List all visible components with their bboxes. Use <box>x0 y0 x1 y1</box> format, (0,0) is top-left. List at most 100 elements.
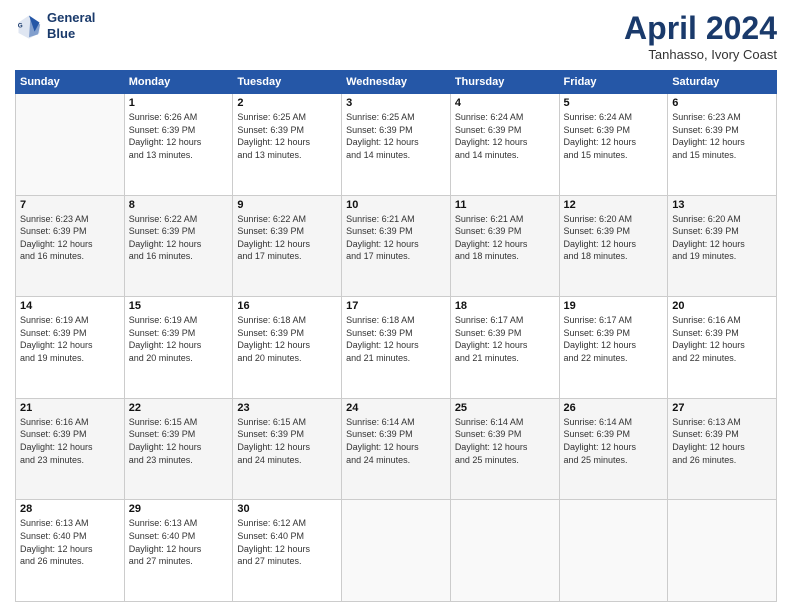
day-number: 14 <box>20 300 120 312</box>
calendar-cell: 21 Sunrise: 6:16 AM Sunset: 6:39 PM Dayli… <box>16 398 125 500</box>
day-number: 17 <box>346 300 446 312</box>
day-info: Sunrise: 6:16 AM Sunset: 6:39 PM Dayligh… <box>672 314 772 364</box>
day-number: 21 <box>20 402 120 414</box>
calendar-cell: 22 Sunrise: 6:15 AM Sunset: 6:39 PM Dayli… <box>124 398 233 500</box>
calendar-cell: 24 Sunrise: 6:14 AM Sunset: 6:39 PM Dayli… <box>342 398 451 500</box>
svg-text:G: G <box>18 22 23 29</box>
day-info: Sunrise: 6:15 AM Sunset: 6:39 PM Dayligh… <box>129 416 229 466</box>
calendar-cell: 27Sunrise: 6:13 AM Sunset: 6:39 PM Dayli… <box>668 398 777 500</box>
weekday-header-tuesday: Tuesday <box>233 71 342 94</box>
day-info: Sunrise: 6:19 AM Sunset: 6:39 PM Dayligh… <box>129 314 229 364</box>
calendar-cell: 7 Sunrise: 6:23 AM Sunset: 6:39 PM Daylig… <box>16 195 125 297</box>
calendar-cell: 10Sunrise: 6:21 AM Sunset: 6:39 PM Dayli… <box>342 195 451 297</box>
day-number: 12 <box>564 199 664 211</box>
calendar-cell <box>450 500 559 602</box>
calendar-cell: 26 Sunrise: 6:14 AM Sunset: 6:39 PM Dayli… <box>559 398 668 500</box>
logo-line2: Blue <box>47 26 95 42</box>
day-info: Sunrise: 6:18 AM Sunset: 6:39 PM Dayligh… <box>237 314 337 364</box>
day-info: Sunrise: 6:22 AM Sunset: 6:39 PM Dayligh… <box>237 213 337 263</box>
day-number: 13 <box>672 199 772 211</box>
day-info: Sunrise: 6:26 AM Sunset: 6:39 PM Dayligh… <box>129 111 229 161</box>
calendar-cell: 14 Sunrise: 6:19 AM Sunset: 6:39 PM Dayli… <box>16 297 125 399</box>
weekday-header-row: SundayMondayTuesdayWednesdayThursdayFrid… <box>16 71 777 94</box>
page: G General Blue April 2024 Tanhasso, Ivor… <box>0 0 792 612</box>
calendar-cell: 4 Sunrise: 6:24 AM Sunset: 6:39 PM Daylig… <box>450 94 559 196</box>
calendar-cell: 11Sunrise: 6:21 AM Sunset: 6:39 PM Dayli… <box>450 195 559 297</box>
calendar-cell: 25 Sunrise: 6:14 AM Sunset: 6:39 PM Dayli… <box>450 398 559 500</box>
calendar-cell: 9 Sunrise: 6:22 AM Sunset: 6:39 PM Daylig… <box>233 195 342 297</box>
day-number: 16 <box>237 300 337 312</box>
day-number: 30 <box>237 503 337 515</box>
calendar-cell: 6 Sunrise: 6:23 AM Sunset: 6:39 PM Daylig… <box>668 94 777 196</box>
day-info: Sunrise: 6:14 AM Sunset: 6:39 PM Dayligh… <box>346 416 446 466</box>
day-info: Sunrise: 6:21 AM Sunset: 6:39 PM Dayligh… <box>455 213 555 263</box>
calendar-cell: 20 Sunrise: 6:16 AM Sunset: 6:39 PM Dayli… <box>668 297 777 399</box>
day-info: Sunrise: 6:14 AM Sunset: 6:39 PM Dayligh… <box>564 416 664 466</box>
calendar-cell: 19Sunrise: 6:17 AM Sunset: 6:39 PM Dayli… <box>559 297 668 399</box>
day-number: 7 <box>20 199 120 211</box>
day-number: 22 <box>129 402 229 414</box>
day-info: Sunrise: 6:18 AM Sunset: 6:39 PM Dayligh… <box>346 314 446 364</box>
day-info: Sunrise: 6:15 AM Sunset: 6:39 PM Dayligh… <box>237 416 337 466</box>
day-number: 24 <box>346 402 446 414</box>
calendar-cell: 13Sunrise: 6:20 AM Sunset: 6:39 PM Dayli… <box>668 195 777 297</box>
day-info: Sunrise: 6:13 AM Sunset: 6:40 PM Dayligh… <box>20 517 120 567</box>
month-title: April 2024 <box>624 10 777 47</box>
weekday-header-friday: Friday <box>559 71 668 94</box>
calendar-cell: 30 Sunrise: 6:12 AM Sunset: 6:40 PM Dayli… <box>233 500 342 602</box>
day-number: 28 <box>20 503 120 515</box>
week-row-3: 14 Sunrise: 6:19 AM Sunset: 6:39 PM Dayli… <box>16 297 777 399</box>
logo-text: General Blue <box>47 10 95 41</box>
day-number: 5 <box>564 97 664 109</box>
day-info: Sunrise: 6:19 AM Sunset: 6:39 PM Dayligh… <box>20 314 120 364</box>
day-info: Sunrise: 6:25 AM Sunset: 6:39 PM Dayligh… <box>346 111 446 161</box>
calendar-cell: 29 Sunrise: 6:13 AM Sunset: 6:40 PM Dayli… <box>124 500 233 602</box>
day-number: 29 <box>129 503 229 515</box>
location-subtitle: Tanhasso, Ivory Coast <box>624 47 777 62</box>
week-row-1: 1Sunrise: 6:26 AM Sunset: 6:39 PM Daylig… <box>16 94 777 196</box>
day-info: Sunrise: 6:22 AM Sunset: 6:39 PM Dayligh… <box>129 213 229 263</box>
day-number: 8 <box>129 199 229 211</box>
title-area: April 2024 Tanhasso, Ivory Coast <box>624 10 777 62</box>
calendar-cell: 3Sunrise: 6:25 AM Sunset: 6:39 PM Daylig… <box>342 94 451 196</box>
day-info: Sunrise: 6:24 AM Sunset: 6:39 PM Dayligh… <box>455 111 555 161</box>
day-info: Sunrise: 6:25 AM Sunset: 6:39 PM Dayligh… <box>237 111 337 161</box>
day-info: Sunrise: 6:23 AM Sunset: 6:39 PM Dayligh… <box>672 111 772 161</box>
day-number: 2 <box>237 97 337 109</box>
weekday-header-sunday: Sunday <box>16 71 125 94</box>
calendar-cell: 18 Sunrise: 6:17 AM Sunset: 6:39 PM Dayli… <box>450 297 559 399</box>
day-number: 25 <box>455 402 555 414</box>
day-info: Sunrise: 6:17 AM Sunset: 6:39 PM Dayligh… <box>455 314 555 364</box>
calendar-cell: 15Sunrise: 6:19 AM Sunset: 6:39 PM Dayli… <box>124 297 233 399</box>
logo: G General Blue <box>15 10 95 41</box>
day-number: 9 <box>237 199 337 211</box>
day-number: 4 <box>455 97 555 109</box>
day-info: Sunrise: 6:12 AM Sunset: 6:40 PM Dayligh… <box>237 517 337 567</box>
day-number: 23 <box>237 402 337 414</box>
calendar-cell: 5Sunrise: 6:24 AM Sunset: 6:39 PM Daylig… <box>559 94 668 196</box>
day-info: Sunrise: 6:14 AM Sunset: 6:39 PM Dayligh… <box>455 416 555 466</box>
calendar-cell: 28 Sunrise: 6:13 AM Sunset: 6:40 PM Dayli… <box>16 500 125 602</box>
day-info: Sunrise: 6:23 AM Sunset: 6:39 PM Dayligh… <box>20 213 120 263</box>
calendar-cell: 8 Sunrise: 6:22 AM Sunset: 6:39 PM Daylig… <box>124 195 233 297</box>
weekday-header-thursday: Thursday <box>450 71 559 94</box>
day-number: 26 <box>564 402 664 414</box>
calendar-cell <box>668 500 777 602</box>
calendar-cell: 12 Sunrise: 6:20 AM Sunset: 6:39 PM Dayli… <box>559 195 668 297</box>
day-number: 18 <box>455 300 555 312</box>
logo-icon: G <box>15 12 43 40</box>
day-number: 19 <box>564 300 664 312</box>
week-row-2: 7 Sunrise: 6:23 AM Sunset: 6:39 PM Daylig… <box>16 195 777 297</box>
day-number: 20 <box>672 300 772 312</box>
calendar: SundayMondayTuesdayWednesdayThursdayFrid… <box>15 70 777 602</box>
calendar-cell <box>16 94 125 196</box>
calendar-cell: 1Sunrise: 6:26 AM Sunset: 6:39 PM Daylig… <box>124 94 233 196</box>
logo-line1: General <box>47 10 95 26</box>
day-number: 6 <box>672 97 772 109</box>
week-row-4: 21 Sunrise: 6:16 AM Sunset: 6:39 PM Dayli… <box>16 398 777 500</box>
header: G General Blue April 2024 Tanhasso, Ivor… <box>15 10 777 62</box>
calendar-cell: 2 Sunrise: 6:25 AM Sunset: 6:39 PM Daylig… <box>233 94 342 196</box>
day-info: Sunrise: 6:16 AM Sunset: 6:39 PM Dayligh… <box>20 416 120 466</box>
day-info: Sunrise: 6:20 AM Sunset: 6:39 PM Dayligh… <box>564 213 664 263</box>
day-info: Sunrise: 6:13 AM Sunset: 6:40 PM Dayligh… <box>129 517 229 567</box>
